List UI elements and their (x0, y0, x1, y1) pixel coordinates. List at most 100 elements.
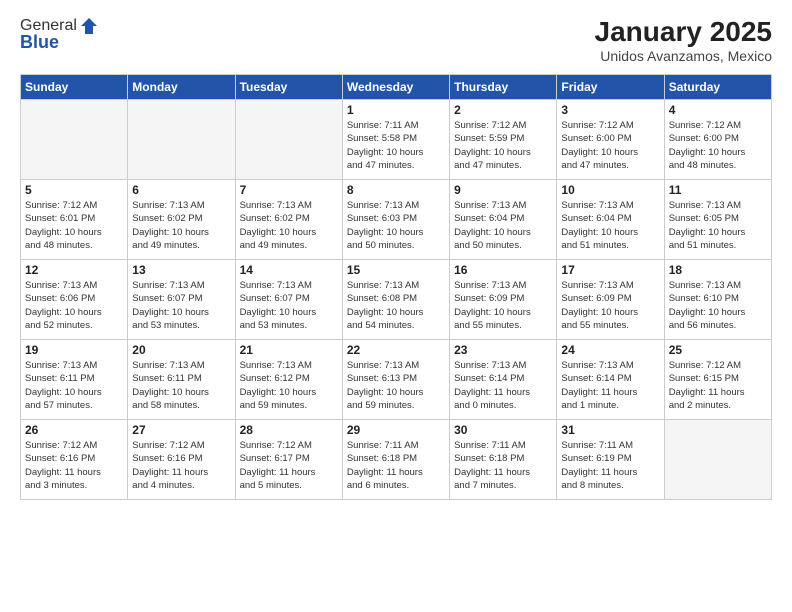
day-info: Sunrise: 7:13 AM Sunset: 6:11 PM Dayligh… (25, 359, 123, 412)
calendar-cell: 26 Sunrise: 7:12 AM Sunset: 6:16 PM Dayli… (21, 420, 128, 500)
month-year: January 2025 (595, 16, 772, 48)
day-number: 13 (132, 263, 230, 277)
day-number: 16 (454, 263, 552, 277)
day-info: Sunrise: 7:13 AM Sunset: 6:13 PM Dayligh… (347, 359, 445, 412)
day-info: Sunrise: 7:13 AM Sunset: 6:09 PM Dayligh… (561, 279, 659, 332)
day-number: 20 (132, 343, 230, 357)
day-info: Sunrise: 7:12 AM Sunset: 6:16 PM Dayligh… (25, 439, 123, 492)
calendar-week-row: 19 Sunrise: 7:13 AM Sunset: 6:11 PM Dayli… (21, 340, 772, 420)
logo-icon (79, 16, 99, 36)
calendar-cell: 20 Sunrise: 7:13 AM Sunset: 6:11 PM Dayli… (128, 340, 235, 420)
day-number: 4 (669, 103, 767, 117)
day-info: Sunrise: 7:11 AM Sunset: 6:18 PM Dayligh… (347, 439, 445, 492)
weekday-header: Tuesday (235, 75, 342, 100)
day-info: Sunrise: 7:13 AM Sunset: 6:14 PM Dayligh… (454, 359, 552, 412)
calendar-cell: 16 Sunrise: 7:13 AM Sunset: 6:09 PM Dayli… (450, 260, 557, 340)
calendar-cell: 5 Sunrise: 7:12 AM Sunset: 6:01 PM Daylig… (21, 180, 128, 260)
weekday-header: Saturday (664, 75, 771, 100)
calendar-week-row: 5 Sunrise: 7:12 AM Sunset: 6:01 PM Daylig… (21, 180, 772, 260)
calendar-cell (664, 420, 771, 500)
calendar-cell: 18 Sunrise: 7:13 AM Sunset: 6:10 PM Dayli… (664, 260, 771, 340)
day-info: Sunrise: 7:13 AM Sunset: 6:12 PM Dayligh… (240, 359, 338, 412)
day-info: Sunrise: 7:13 AM Sunset: 6:04 PM Dayligh… (454, 199, 552, 252)
day-number: 3 (561, 103, 659, 117)
day-number: 22 (347, 343, 445, 357)
calendar-cell: 2 Sunrise: 7:12 AM Sunset: 5:59 PM Daylig… (450, 100, 557, 180)
calendar-cell (235, 100, 342, 180)
day-info: Sunrise: 7:12 AM Sunset: 6:16 PM Dayligh… (132, 439, 230, 492)
calendar-week-row: 12 Sunrise: 7:13 AM Sunset: 6:06 PM Dayli… (21, 260, 772, 340)
calendar-week-row: 26 Sunrise: 7:12 AM Sunset: 6:16 PM Dayli… (21, 420, 772, 500)
day-number: 1 (347, 103, 445, 117)
day-number: 9 (454, 183, 552, 197)
calendar-cell: 22 Sunrise: 7:13 AM Sunset: 6:13 PM Dayli… (342, 340, 449, 420)
calendar-cell: 25Sunrise: 7:12 AM Sunset: 6:15 PM Dayli… (664, 340, 771, 420)
day-info: Sunrise: 7:11 AM Sunset: 6:19 PM Dayligh… (561, 439, 659, 492)
day-number: 18 (669, 263, 767, 277)
day-info: Sunrise: 7:13 AM Sunset: 6:02 PM Dayligh… (240, 199, 338, 252)
day-info: Sunrise: 7:13 AM Sunset: 6:10 PM Dayligh… (669, 279, 767, 332)
logo: General Blue (20, 16, 99, 53)
day-number: 15 (347, 263, 445, 277)
day-info: Sunrise: 7:11 AM Sunset: 5:58 PM Dayligh… (347, 119, 445, 172)
weekday-header: Monday (128, 75, 235, 100)
day-number: 31 (561, 423, 659, 437)
day-number: 8 (347, 183, 445, 197)
location: Unidos Avanzamos, Mexico (595, 48, 772, 64)
day-number: 17 (561, 263, 659, 277)
day-number: 10 (561, 183, 659, 197)
calendar-cell: 23 Sunrise: 7:13 AM Sunset: 6:14 PM Dayli… (450, 340, 557, 420)
day-info: Sunrise: 7:12 AM Sunset: 6:00 PM Dayligh… (561, 119, 659, 172)
calendar-cell: 29Sunrise: 7:11 AM Sunset: 6:18 PM Dayli… (342, 420, 449, 500)
day-number: 2 (454, 103, 552, 117)
calendar-cell: 9 Sunrise: 7:13 AM Sunset: 6:04 PM Daylig… (450, 180, 557, 260)
day-info: Sunrise: 7:12 AM Sunset: 6:01 PM Dayligh… (25, 199, 123, 252)
day-number: 19 (25, 343, 123, 357)
day-info: Sunrise: 7:13 AM Sunset: 6:04 PM Dayligh… (561, 199, 659, 252)
day-number: 5 (25, 183, 123, 197)
day-number: 26 (25, 423, 123, 437)
calendar-cell: 8 Sunrise: 7:13 AM Sunset: 6:03 PM Daylig… (342, 180, 449, 260)
calendar-week-row: 1 Sunrise: 7:11 AM Sunset: 5:58 PM Daylig… (21, 100, 772, 180)
day-info: Sunrise: 7:13 AM Sunset: 6:05 PM Dayligh… (669, 199, 767, 252)
day-number: 30 (454, 423, 552, 437)
day-number: 7 (240, 183, 338, 197)
calendar-cell: 30Sunrise: 7:11 AM Sunset: 6:18 PM Dayli… (450, 420, 557, 500)
calendar-cell: 24 Sunrise: 7:13 AM Sunset: 6:14 PM Dayli… (557, 340, 664, 420)
day-number: 24 (561, 343, 659, 357)
calendar-cell: 13Sunrise: 7:13 AM Sunset: 6:07 PM Dayli… (128, 260, 235, 340)
day-info: Sunrise: 7:12 AM Sunset: 6:00 PM Dayligh… (669, 119, 767, 172)
weekday-header: Sunday (21, 75, 128, 100)
day-info: Sunrise: 7:13 AM Sunset: 6:08 PM Dayligh… (347, 279, 445, 332)
calendar-table: SundayMondayTuesdayWednesdayThursdayFrid… (20, 74, 772, 500)
day-info: Sunrise: 7:13 AM Sunset: 6:03 PM Dayligh… (347, 199, 445, 252)
day-number: 11 (669, 183, 767, 197)
calendar-cell: 11 Sunrise: 7:13 AM Sunset: 6:05 PM Dayli… (664, 180, 771, 260)
day-info: Sunrise: 7:13 AM Sunset: 6:09 PM Dayligh… (454, 279, 552, 332)
weekday-header-row: SundayMondayTuesdayWednesdayThursdayFrid… (21, 75, 772, 100)
calendar-cell: 15 Sunrise: 7:13 AM Sunset: 6:08 PM Dayli… (342, 260, 449, 340)
weekday-header: Friday (557, 75, 664, 100)
calendar-cell: 10 Sunrise: 7:13 AM Sunset: 6:04 PM Dayli… (557, 180, 664, 260)
weekday-header: Wednesday (342, 75, 449, 100)
day-info: Sunrise: 7:13 AM Sunset: 6:07 PM Dayligh… (240, 279, 338, 332)
day-info: Sunrise: 7:13 AM Sunset: 6:02 PM Dayligh… (132, 199, 230, 252)
calendar-cell (128, 100, 235, 180)
calendar-cell: 3 Sunrise: 7:12 AM Sunset: 6:00 PM Daylig… (557, 100, 664, 180)
calendar-cell: 4 Sunrise: 7:12 AM Sunset: 6:00 PM Daylig… (664, 100, 771, 180)
day-info: Sunrise: 7:12 AM Sunset: 6:17 PM Dayligh… (240, 439, 338, 492)
day-info: Sunrise: 7:13 AM Sunset: 6:06 PM Dayligh… (25, 279, 123, 332)
weekday-header: Thursday (450, 75, 557, 100)
day-info: Sunrise: 7:12 AM Sunset: 5:59 PM Dayligh… (454, 119, 552, 172)
day-info: Sunrise: 7:13 AM Sunset: 6:14 PM Dayligh… (561, 359, 659, 412)
calendar-cell: 7 Sunrise: 7:13 AM Sunset: 6:02 PM Daylig… (235, 180, 342, 260)
day-number: 14 (240, 263, 338, 277)
calendar-cell: 14 Sunrise: 7:13 AM Sunset: 6:07 PM Dayli… (235, 260, 342, 340)
calendar-cell: 17 Sunrise: 7:13 AM Sunset: 6:09 PM Dayli… (557, 260, 664, 340)
day-number: 28 (240, 423, 338, 437)
day-number: 12 (25, 263, 123, 277)
day-number: 23 (454, 343, 552, 357)
day-number: 6 (132, 183, 230, 197)
day-info: Sunrise: 7:13 AM Sunset: 6:11 PM Dayligh… (132, 359, 230, 412)
calendar-cell: 1 Sunrise: 7:11 AM Sunset: 5:58 PM Daylig… (342, 100, 449, 180)
